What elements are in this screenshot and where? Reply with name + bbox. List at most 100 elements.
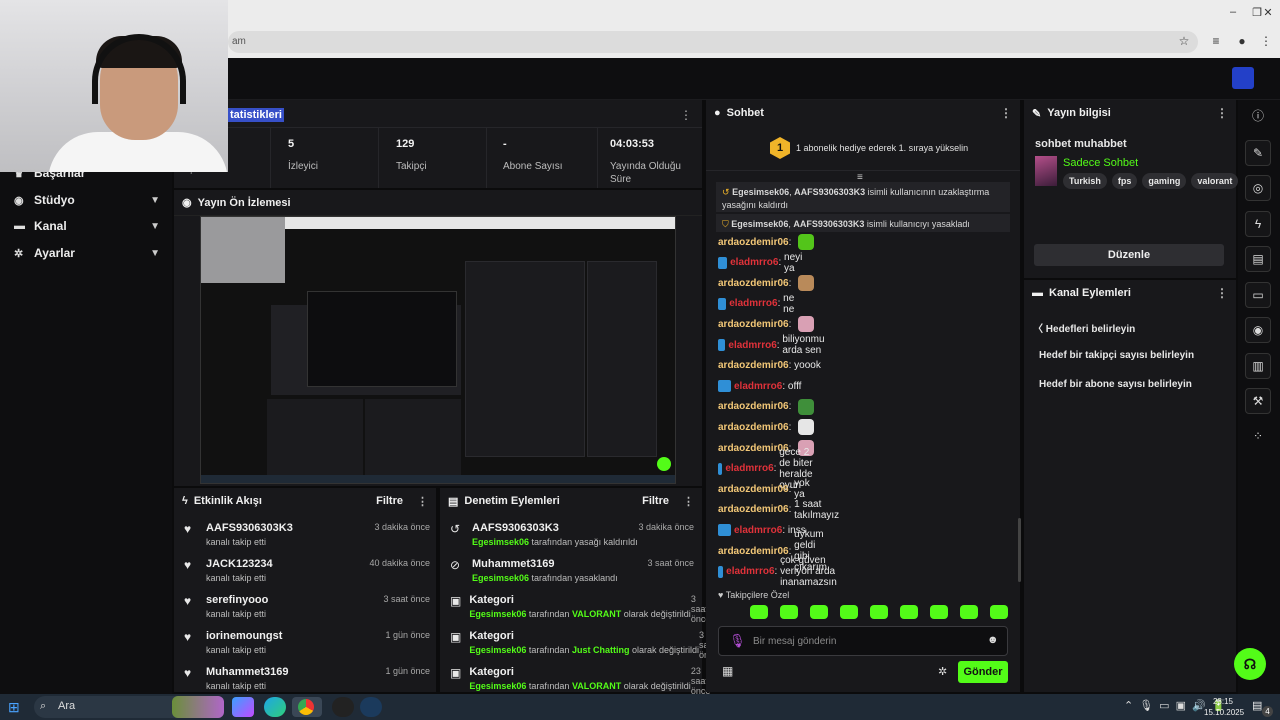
support-headset-icon[interactable]: ☊ bbox=[1234, 648, 1266, 680]
list-item[interactable]: ♥ iorinemoungst kanalı takip etti 1 gün önc… bbox=[184, 630, 430, 666]
kebab-menu-icon[interactable]: ⋮ bbox=[683, 495, 694, 508]
chat-message[interactable]: eladmrro6: neyi ya bbox=[718, 252, 806, 274]
chat-message[interactable]: eladmrro6: biliyonmu arda sen bbox=[718, 334, 830, 356]
emote-icon[interactable] bbox=[840, 605, 858, 619]
chat-message[interactable]: ardaozdemir06: yok ya bbox=[718, 478, 810, 500]
chat-message[interactable]: ardaozdemir06: bbox=[718, 398, 815, 416]
browser-menu-icon[interactable]: ⋮ bbox=[1258, 34, 1274, 50]
chat-message[interactable]: ardaozdemir06: yoook bbox=[718, 357, 821, 375]
lightning-icon[interactable]: ϟ bbox=[1245, 210, 1271, 237]
moderation-filter-button[interactable]: Filtre bbox=[642, 495, 669, 507]
chat-username[interactable]: ardaozdemir06 bbox=[718, 401, 789, 412]
chat-settings-icon[interactable]: ✲ bbox=[938, 665, 947, 678]
info-icon[interactable]: ⓘ bbox=[1245, 104, 1271, 130]
chat-message[interactable]: eladmrro6: çok güven veriyon arda inanam… bbox=[718, 555, 845, 588]
copilot-icon[interactable] bbox=[232, 697, 254, 717]
wrench-icon[interactable]: ⚒ bbox=[1245, 388, 1271, 414]
dots-grid-icon[interactable]: ⁘ bbox=[1245, 424, 1271, 450]
chat-username[interactable]: ardaozdemir06 bbox=[718, 546, 789, 557]
chat-username[interactable]: eladmrro6 bbox=[734, 525, 782, 536]
avatar[interactable] bbox=[1232, 67, 1254, 89]
chat-message[interactable]: ardaozdemir06: bbox=[718, 233, 815, 251]
emote-icon[interactable] bbox=[930, 605, 948, 619]
stream-preview-video[interactable] bbox=[200, 216, 676, 484]
chat-message[interactable]: ardaozdemir06: bbox=[718, 315, 815, 333]
chat-message[interactable]: eladmrro6: gece 2 de biter heralde oyun bbox=[718, 447, 821, 491]
emote-icon[interactable] bbox=[990, 605, 1008, 619]
microphone-icon[interactable]: 🎙 bbox=[729, 633, 746, 649]
taskbar-clock[interactable]: 23:15 15.10.2025 bbox=[1204, 696, 1244, 718]
notes-icon[interactable]: ▤ bbox=[1245, 246, 1271, 272]
chat-username[interactable]: ardaozdemir06 bbox=[718, 422, 789, 433]
chat-icon[interactable]: ▭ bbox=[1245, 281, 1271, 308]
list-item[interactable]: ▣ Kategori Egesimsek06 tarafından Just Cha… bbox=[450, 630, 719, 666]
chat-username[interactable]: ardaozdemir06 bbox=[718, 237, 789, 248]
list-item[interactable]: ↺ AAFS9306303K3 Egesimsek06 tarafından yas… bbox=[450, 522, 694, 558]
kebab-menu-icon[interactable]: ⋮ bbox=[1216, 106, 1228, 120]
edit-button[interactable]: Düzenle bbox=[1034, 244, 1224, 266]
chat-username[interactable]: ardaozdemir06 bbox=[718, 360, 789, 371]
sidebar-item-settings[interactable]: ✲ Ayarlar ▼ bbox=[14, 243, 160, 263]
chat-username[interactable]: ardaozdemir06 bbox=[718, 504, 789, 515]
kebab-menu-icon[interactable]: ⋮ bbox=[1216, 286, 1228, 300]
list-item[interactable]: ♥ serefinyooo kanalı takip etti 3 saat önce bbox=[184, 594, 430, 630]
goal-follower-option[interactable]: Hedef bir takipçi sayısı belirleyin bbox=[1039, 350, 1194, 361]
emoji-icon[interactable]: ☻ bbox=[987, 634, 999, 646]
tag-chip[interactable]: valorant bbox=[1191, 173, 1239, 189]
chat-username[interactable]: eladmrro6 bbox=[729, 298, 777, 309]
emote-icon[interactable] bbox=[960, 605, 978, 619]
close-icon[interactable]: ✕ bbox=[1258, 6, 1278, 22]
chat-message[interactable]: ardaozdemir06: bbox=[718, 418, 815, 436]
list-item[interactable]: ♥ AAFS9306303K3 kanalı takip etti 3 dakika … bbox=[184, 522, 430, 558]
emote-icon[interactable] bbox=[870, 605, 888, 619]
camera-icon[interactable]: ◎ bbox=[1245, 175, 1271, 201]
chat-message[interactable]: ardaozdemir06: 1 saat takılmayız bbox=[718, 499, 839, 521]
chat-input[interactable]: 🎙 Bir mesaj gönderin ☻ bbox=[718, 626, 1008, 656]
emote-icon[interactable] bbox=[780, 605, 798, 619]
emote-icon[interactable] bbox=[750, 605, 768, 619]
steam-icon[interactable] bbox=[360, 697, 382, 717]
sidebar-item-channel[interactable]: ▬ Kanal ▼ bbox=[14, 216, 160, 236]
media-queue-icon[interactable]: ≡ bbox=[1208, 34, 1224, 50]
chat-scrollbar[interactable] bbox=[1018, 518, 1021, 582]
goals-back-button[interactable]: 〈 Hedefleri belirleyin bbox=[1033, 320, 1135, 335]
layout-icon[interactable]: ▥ bbox=[1245, 352, 1271, 379]
gift-banner[interactable]: 1 1 abonelik hediye ederek 1. sıraya yük… bbox=[706, 127, 1020, 171]
chat-username[interactable]: eladmrro6 bbox=[728, 340, 776, 351]
notification-icon[interactable]: ▤ bbox=[1252, 699, 1262, 712]
kebab-menu-icon[interactable]: ⋮ bbox=[1000, 106, 1012, 120]
list-item[interactable]: ♥ JACK123234 kanalı takip etti 40 dakika ön… bbox=[184, 558, 430, 594]
chat-username[interactable]: eladmrro6 bbox=[730, 257, 778, 268]
emote-icon[interactable] bbox=[810, 605, 828, 619]
tag-chip[interactable]: Turkish bbox=[1063, 173, 1107, 189]
chat-username[interactable]: eladmrro6 bbox=[725, 463, 773, 474]
chat-message[interactable]: ardaozdemir06: bbox=[718, 274, 815, 292]
chrome-taskbar-button[interactable] bbox=[292, 697, 322, 717]
windows-start-icon[interactable]: ⊞ bbox=[8, 699, 20, 716]
goal-sub-option[interactable]: Hedef bir abone sayısı belirleyin bbox=[1039, 379, 1192, 390]
chat-username[interactable]: eladmrro6 bbox=[734, 381, 782, 392]
chat-message[interactable]: eladmrro6: offf bbox=[718, 377, 801, 395]
stats-menu-icon[interactable]: ⋮ bbox=[680, 108, 692, 122]
chat-username[interactable]: ardaozdemir06 bbox=[718, 443, 789, 454]
chat-username[interactable]: ardaozdemir06 bbox=[718, 484, 789, 495]
chat-username[interactable]: ardaozdemir06 bbox=[718, 319, 789, 330]
list-item[interactable]: ⊘ Muhammet3169 Egesimsek06 tarafından yasa… bbox=[450, 558, 694, 594]
category-name[interactable]: Sadece Sohbet bbox=[1063, 157, 1138, 169]
activity-filter-button[interactable]: Filtre bbox=[376, 495, 403, 507]
chat-username[interactable]: ardaozdemir06 bbox=[718, 278, 789, 289]
gift-icon[interactable]: ▦ bbox=[722, 664, 733, 678]
kebab-menu-icon[interactable]: ⋮ bbox=[417, 495, 428, 508]
emote-icon[interactable] bbox=[900, 605, 918, 619]
send-button[interactable]: Gönder bbox=[958, 661, 1008, 683]
chat-message[interactable]: eladmrro6: ne ne bbox=[718, 293, 799, 315]
edge-icon[interactable] bbox=[264, 697, 286, 717]
broadcast-icon[interactable]: ◉ bbox=[1245, 317, 1271, 343]
sidebar-item-studio[interactable]: ◉ Stüdyo ▼ bbox=[14, 190, 160, 210]
bookmark-star-icon[interactable]: ☆ bbox=[1176, 34, 1192, 50]
profile-icon[interactable]: ● bbox=[1234, 34, 1250, 50]
tag-chip[interactable]: fps bbox=[1111, 173, 1138, 189]
chat-message[interactable]: eladmrro6: inss bbox=[718, 521, 806, 539]
chat-username[interactable]: eladmrro6 bbox=[726, 566, 774, 577]
address-bar[interactable]: am bbox=[228, 31, 1198, 53]
